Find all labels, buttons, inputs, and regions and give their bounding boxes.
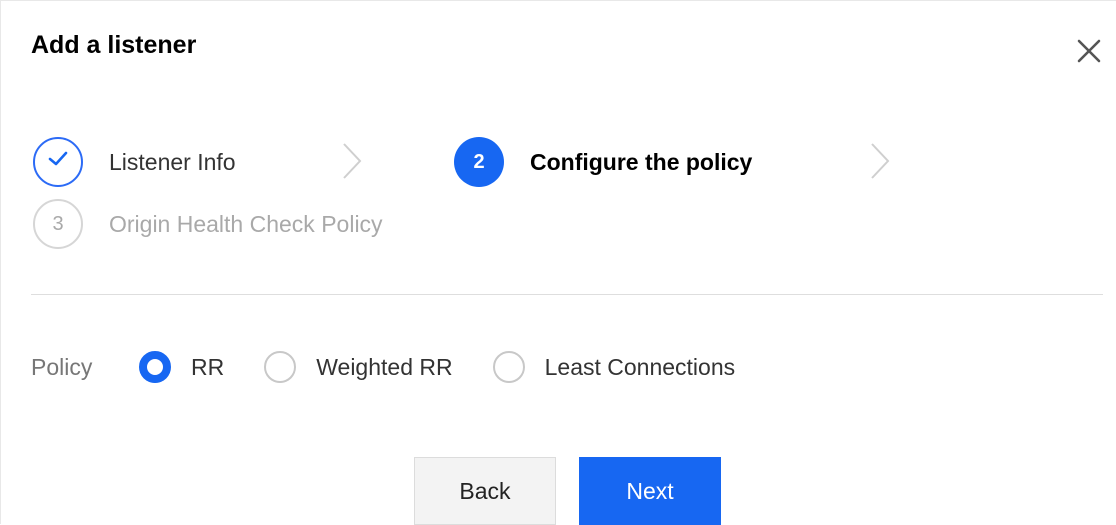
- policy-label: Policy: [31, 354, 93, 380]
- step-2-number: 2: [473, 150, 485, 173]
- radio-rr-indicator[interactable]: [139, 351, 171, 383]
- check-icon: [47, 150, 69, 174]
- dialog-title: Add a listener: [31, 31, 197, 59]
- divider: [31, 294, 1103, 295]
- radio-rr-label: RR: [191, 353, 225, 380]
- step-1-label: Listener Info: [109, 148, 236, 175]
- chevron-right-icon: [341, 141, 363, 181]
- radio-weighted-rr-indicator[interactable]: [264, 351, 297, 383]
- chevron-right-icon: [869, 141, 891, 181]
- step-3-indicator: 3: [33, 199, 83, 249]
- step-3-number: 3: [52, 212, 64, 235]
- add-listener-dialog: Add a listener Listener Info 2 Configure…: [0, 0, 1116, 525]
- back-button[interactable]: Back: [414, 457, 556, 525]
- radio-weighted-rr-label: Weighted RR: [316, 353, 453, 380]
- step-2-label: Configure the policy: [530, 148, 753, 175]
- radio-least-connections-indicator[interactable]: [492, 351, 525, 383]
- step-listener-info: Listener Info: [33, 137, 236, 187]
- step-2-indicator: 2: [454, 137, 504, 187]
- step-configure-policy: 2 Configure the policy: [454, 137, 752, 187]
- step-origin-health-check: 3 Origin Health Check Policy: [33, 199, 383, 249]
- radio-least-connections[interactable]: Least Connections: [492, 351, 736, 383]
- step-1-indicator: [33, 137, 83, 187]
- radio-rr[interactable]: RR: [139, 351, 224, 383]
- step-3-label: Origin Health Check Policy: [109, 210, 383, 237]
- policy-radio-group: RR Weighted RR Least Connections: [139, 349, 775, 385]
- radio-least-connections-label: Least Connections: [544, 353, 736, 380]
- close-icon[interactable]: [1073, 35, 1105, 67]
- next-button[interactable]: Next: [579, 457, 721, 525]
- radio-weighted-rr[interactable]: Weighted RR: [264, 351, 453, 383]
